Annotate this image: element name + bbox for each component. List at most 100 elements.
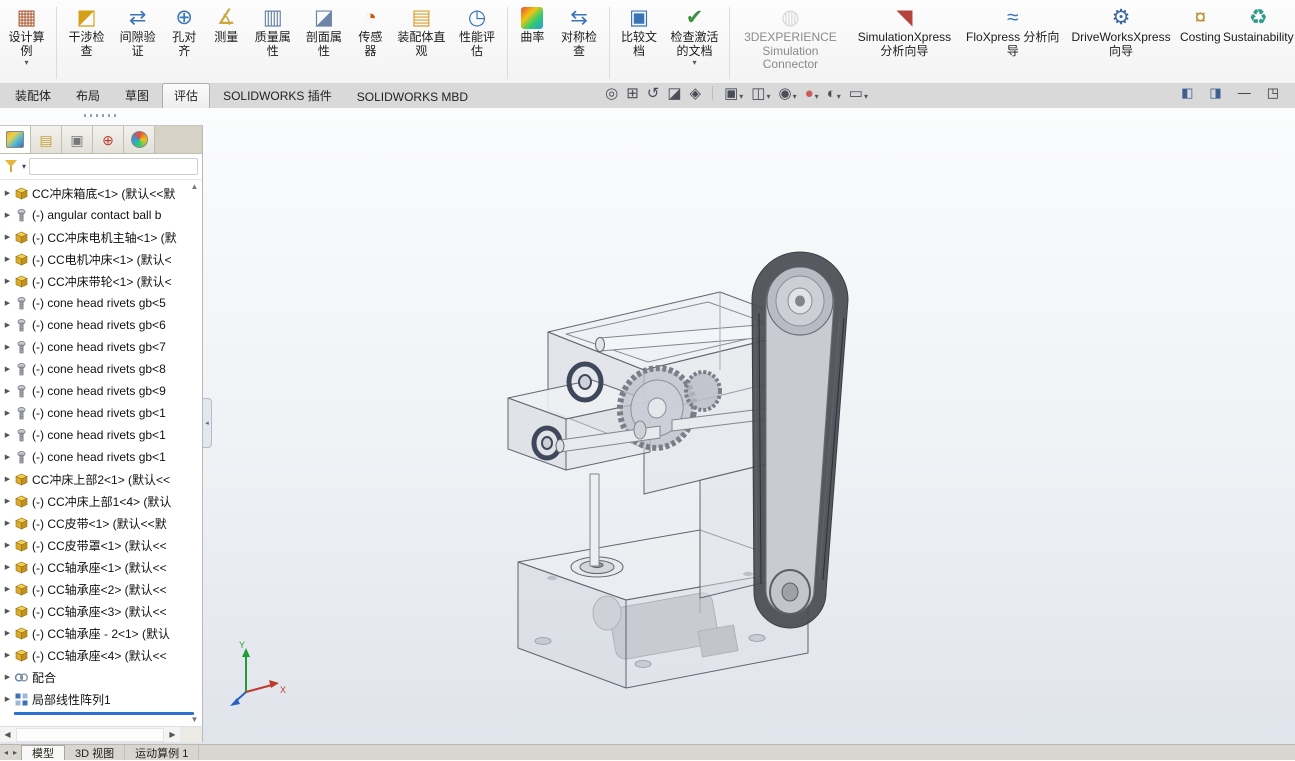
apply-scene-icon[interactable]: ◐ ▾: [827, 86, 841, 101]
panel-resize-grip[interactable]: [84, 114, 116, 117]
curvature-button[interactable]: 曲率: [512, 3, 552, 46]
pane-right-icon[interactable]: ◨: [1209, 86, 1221, 99]
expand-arrow-icon[interactable]: ▶: [2, 607, 13, 615]
featuremanager-tab[interactable]: [0, 126, 31, 153]
doc-tab-motion-study[interactable]: 运动算例 1: [125, 745, 200, 760]
tab-solidworks-mbd[interactable]: SOLIDWORKS MBD: [345, 86, 480, 108]
doc-tab-model[interactable]: 模型: [21, 745, 66, 760]
expand-arrow-icon[interactable]: ▶: [2, 211, 13, 219]
displaymanager-tab[interactable]: [124, 126, 155, 153]
dropdown-arrow-icon[interactable]: ▾: [25, 58, 29, 67]
view-settings-icon[interactable]: ▭ ▾: [849, 86, 868, 101]
expand-arrow-icon[interactable]: ▶: [2, 497, 13, 505]
zoom-fit-icon[interactable]: ◎: [605, 86, 618, 101]
expand-arrow-icon[interactable]: ▶: [2, 673, 13, 681]
doc-tab-3d-views[interactable]: 3D 视图: [65, 745, 126, 760]
simulationxpress-button[interactable]: ◥ SimulationXpress 分析向导: [848, 3, 960, 59]
mass-properties-button[interactable]: ▥ 质量属性: [248, 3, 297, 59]
tree-item[interactable]: ▶ (-) CC冲床电机主轴<1> (默: [0, 226, 202, 248]
scroll-tabs-left-icon[interactable]: ◂: [4, 748, 8, 757]
expand-arrow-icon[interactable]: ▶: [2, 299, 13, 307]
assembly-visualization-button[interactable]: ▤ 装配体直观: [392, 3, 450, 59]
section-view-icon[interactable]: ◪: [667, 86, 681, 101]
filter-funnel-icon[interactable]: [4, 159, 19, 174]
expand-arrow-icon[interactable]: ▶: [2, 519, 13, 527]
expand-arrow-icon[interactable]: ▶: [2, 651, 13, 659]
expand-arrow-icon[interactable]: ▶: [2, 365, 13, 373]
tree-item[interactable]: ▶ (-) CC皮带罩<1> (默认<<: [0, 534, 202, 556]
dropdown-arrow-icon[interactable]: ▾: [766, 92, 770, 101]
section-properties-button[interactable]: ◪ 剖面属性: [299, 3, 348, 59]
configurationmanager-tab[interactable]: ▣: [62, 126, 93, 153]
hole-alignment-button[interactable]: ⊕ 孔对齐: [164, 3, 204, 59]
interference-check-button[interactable]: ◩ 干涉检查: [62, 3, 111, 59]
clearance-verification-button[interactable]: ⇄ 间隙验证: [113, 3, 162, 59]
expand-arrow-icon[interactable]: ▶: [2, 277, 13, 285]
expand-arrow-icon[interactable]: ▶: [2, 431, 13, 439]
driveworksxpress-button[interactable]: ⚙ DriveWorksXpress 向导: [1065, 3, 1177, 59]
dropdown-arrow-icon[interactable]: ▾: [793, 92, 797, 101]
tree-item[interactable]: ▶ (-) CC冲床带轮<1> (默认<: [0, 270, 202, 292]
tab-布局[interactable]: 布局: [64, 83, 112, 108]
expand-arrow-icon[interactable]: ▶: [2, 453, 13, 461]
expand-arrow-icon[interactable]: ▶: [2, 475, 13, 483]
tree-horizontal-scrollbar[interactable]: ◀ ▶: [0, 726, 202, 742]
edit-appearance-icon[interactable]: ● ▾: [805, 86, 819, 101]
scroll-up-icon[interactable]: ▲: [191, 182, 199, 191]
tab-装配体[interactable]: 装配体: [3, 83, 63, 108]
expand-arrow-icon[interactable]: ▶: [2, 409, 13, 417]
tree-item[interactable]: ▶ CC冲床上部2<1> (默认<<: [0, 468, 202, 490]
pane-left-icon[interactable]: ◧: [1181, 86, 1193, 99]
dynamic-annotation-icon[interactable]: ◈: [690, 86, 702, 101]
expand-arrow-icon[interactable]: ▶: [2, 255, 13, 263]
scroll-tabs-right-icon[interactable]: ▸: [13, 748, 17, 757]
zoom-area-icon[interactable]: ⊞: [626, 86, 639, 101]
tree-item[interactable]: ▶ (-) CC轴承座 - 2<1> (默认: [0, 622, 202, 644]
expand-arrow-icon[interactable]: ▶: [2, 189, 13, 197]
tab-solidworks-插件[interactable]: SOLIDWORKS 插件: [211, 83, 344, 108]
expand-arrow-icon[interactable]: ▶: [2, 695, 13, 703]
dropdown-arrow-icon[interactable]: ▾: [864, 92, 868, 101]
tree-item[interactable]: ▶ (-) cone head rivets gb<7: [0, 336, 202, 358]
tree-item[interactable]: ▶ (-) cone head rivets gb<5: [0, 292, 202, 314]
measure-button[interactable]: ∡ 测量: [206, 3, 246, 46]
tab-草图[interactable]: 草图: [113, 83, 161, 108]
sustainability-button[interactable]: ♻ Sustainability: [1223, 3, 1294, 46]
tree-item[interactable]: ▶ (-) cone head rivets gb<1: [0, 424, 202, 446]
dropdown-arrow-icon[interactable]: ▾: [739, 92, 743, 101]
sensors-button[interactable]: ◔ 传感器: [350, 3, 390, 59]
filter-dropdown-icon[interactable]: ▾: [22, 162, 26, 171]
hide-show-items-icon[interactable]: ◉ ▾: [779, 86, 797, 101]
costing-button[interactable]: ¤ Costing: [1179, 3, 1222, 46]
floxpress-button[interactable]: ≈ FloXpress 分析向导: [962, 3, 1063, 59]
tree-filter-input[interactable]: [29, 158, 198, 175]
tree-item[interactable]: ▶ (-) cone head rivets gb<9: [0, 380, 202, 402]
performance-evaluation-button[interactable]: ◷ 性能评估: [452, 3, 501, 59]
tree-item[interactable]: ▶ (-) CC皮带<1> (默认<<默: [0, 512, 202, 534]
scroll-right-icon[interactable]: ▶: [165, 730, 180, 739]
graphics-area[interactable]: Y X ▤ ▣ ⊕ ▾ ▶ CC冲床箱底<1> (默认<<默 ▶ (-) angular …: [0, 108, 1295, 744]
dimxpertmanager-tab[interactable]: ⊕: [93, 126, 124, 153]
panel-splitter[interactable]: ◂: [203, 398, 212, 448]
propertymanager-tab[interactable]: ▤: [31, 126, 62, 153]
tree-item[interactable]: ▶ (-) cone head rivets gb<6: [0, 314, 202, 336]
restore-window-icon[interactable]: ◳: [1267, 86, 1279, 99]
expand-arrow-icon[interactable]: ▶: [2, 629, 13, 637]
scrollbar-track[interactable]: [16, 727, 164, 742]
rollback-bar[interactable]: [14, 712, 194, 715]
dropdown-arrow-icon[interactable]: ▾: [837, 92, 841, 101]
minimize-window-icon[interactable]: —: [1238, 86, 1251, 99]
symmetry-check-button[interactable]: ⇆ 对称检查: [554, 3, 603, 59]
expand-arrow-icon[interactable]: ▶: [2, 233, 13, 241]
expand-arrow-icon[interactable]: ▶: [2, 387, 13, 395]
tree-vertical-scrollbar[interactable]: ▲ ▼: [187, 180, 202, 726]
expand-arrow-icon[interactable]: ▶: [2, 541, 13, 549]
expand-arrow-icon[interactable]: ▶: [2, 585, 13, 593]
tree-item[interactable]: ▶ (-) cone head rivets gb<1: [0, 446, 202, 468]
tree-item[interactable]: ▶ CC冲床箱底<1> (默认<<默: [0, 182, 202, 204]
check-active-document-button[interactable]: ✔ 检查激活的文档 ▾: [666, 3, 724, 68]
tree-item[interactable]: ▶ (-) cone head rivets gb<8: [0, 358, 202, 380]
dropdown-arrow-icon[interactable]: ▾: [693, 58, 697, 67]
expand-arrow-icon[interactable]: ▶: [2, 321, 13, 329]
design-study-button[interactable]: ▦ 设计算例 ▾: [2, 3, 51, 68]
